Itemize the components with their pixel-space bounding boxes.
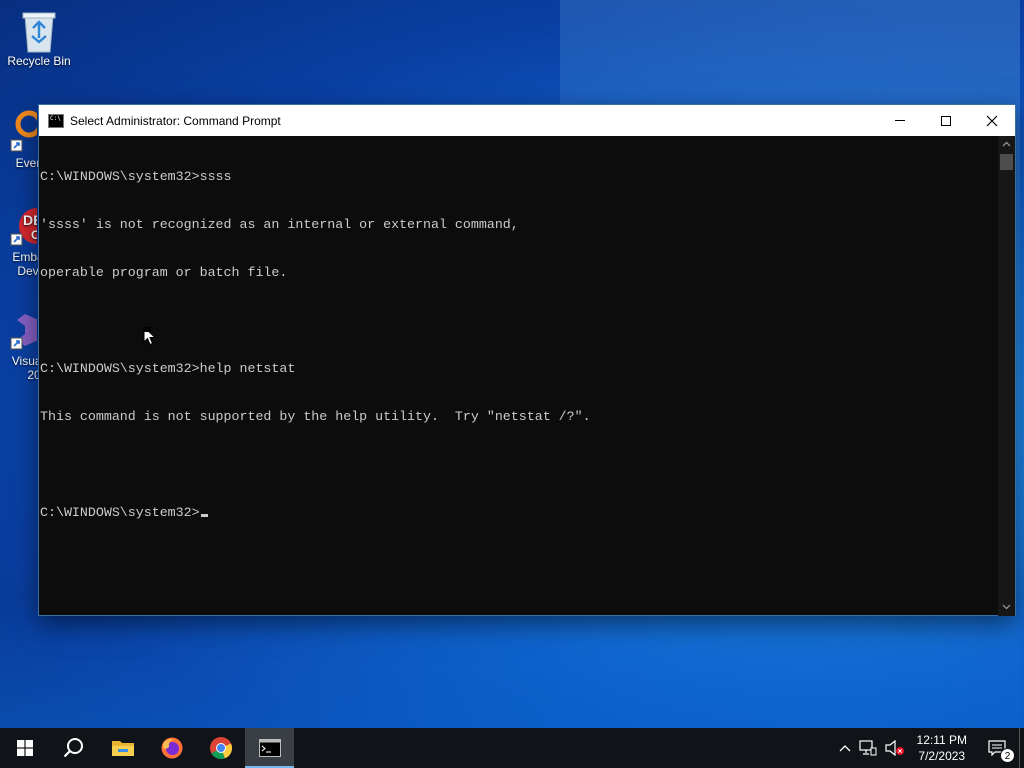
command-prompt-window[interactable]: Select Administrator: Command Prompt C:\…: [38, 104, 1016, 616]
command-prompt-taskbar-button[interactable]: [245, 728, 294, 768]
svg-text:DE: DE: [23, 212, 37, 228]
start-button[interactable]: [0, 728, 49, 768]
text-cursor: [200, 514, 208, 517]
network-status-button[interactable]: [855, 728, 881, 768]
scroll-up-button[interactable]: [998, 136, 1015, 153]
close-icon: [986, 115, 998, 126]
show-hidden-icons-button[interactable]: [835, 728, 855, 768]
network-icon: [858, 740, 877, 756]
console-output[interactable]: C:\WINDOWS\system32>ssss 'ssss' is not r…: [39, 136, 999, 616]
folder-icon: [111, 741, 134, 756]
console-line: C:\WINDOWS\system32>ssss: [40, 169, 232, 184]
recycle-bin-icon: [19, 8, 59, 53]
wallpaper-glow: [0, 600, 1024, 730]
chrome-button[interactable]: [196, 728, 245, 768]
everything-search-icon: [0, 110, 43, 154]
scrollbar-thumb[interactable]: [1000, 154, 1013, 170]
window-titlebar[interactable]: Select Administrator: Command Prompt: [39, 105, 1015, 136]
minimize-button[interactable]: [877, 105, 923, 136]
notification-count-badge: 2: [1000, 748, 1015, 763]
show-desktop-button[interactable]: [1019, 728, 1024, 768]
taskbar: 12:11 PM 7/2/2023 2: [0, 728, 1024, 768]
svg-text:C: C: [31, 228, 37, 242]
windows-logo-icon: [16, 740, 33, 756]
console-line: This command is not supported by the hel…: [40, 409, 591, 424]
visual-studio-icon: [0, 308, 43, 352]
console-line: C:\WINDOWS\system32>help netstat: [40, 361, 296, 376]
clock-time: 12:11 PM: [916, 733, 967, 747]
desktop-icon-recycle-bin[interactable]: Recycle Bin: [1, 8, 77, 68]
chrome-icon: [209, 737, 232, 760]
close-button[interactable]: [969, 105, 1015, 136]
action-center-button[interactable]: 2: [975, 728, 1019, 768]
desktop-icon-label: Recycle Bin: [7, 54, 71, 68]
console-line: 'ssss' is not recognized as an internal …: [40, 217, 519, 232]
maximize-button[interactable]: [923, 105, 969, 136]
window-title: Select Administrator: Command Prompt: [70, 113, 281, 128]
maximize-icon: [941, 115, 951, 126]
chevron-down-icon: [1002, 604, 1011, 610]
chevron-up-icon: [839, 745, 850, 752]
cmd-icon[interactable]: [48, 113, 64, 128]
scroll-down-button[interactable]: [998, 599, 1015, 616]
console-line: operable program or batch file.: [40, 265, 288, 280]
system-tray: 12:11 PM 7/2/2023 2: [835, 728, 1024, 768]
console-prompt: C:\WINDOWS\system32>: [40, 505, 200, 520]
volume-muted-icon: [884, 740, 904, 756]
firefox-button[interactable]: [147, 728, 196, 768]
vertical-scrollbar[interactable]: [998, 136, 1015, 616]
minimize-icon: [895, 120, 905, 121]
search-button[interactable]: [49, 728, 98, 768]
firefox-icon: [161, 737, 182, 759]
file-explorer-button[interactable]: [98, 728, 147, 768]
mouse-pointer-icon: [143, 326, 157, 346]
console-prompt-line[interactable]: C:\WINDOWS\system32>: [40, 505, 999, 521]
volume-button[interactable]: [881, 728, 909, 768]
clock-button[interactable]: 12:11 PM 7/2/2023: [909, 732, 975, 764]
search-icon: [63, 738, 83, 758]
clock-date: 7/2/2023: [918, 749, 966, 763]
cmd-icon: [258, 739, 281, 757]
chevron-up-icon: [1002, 141, 1011, 147]
embarcadero-dev-cpp-icon: DE C: [0, 204, 55, 248]
